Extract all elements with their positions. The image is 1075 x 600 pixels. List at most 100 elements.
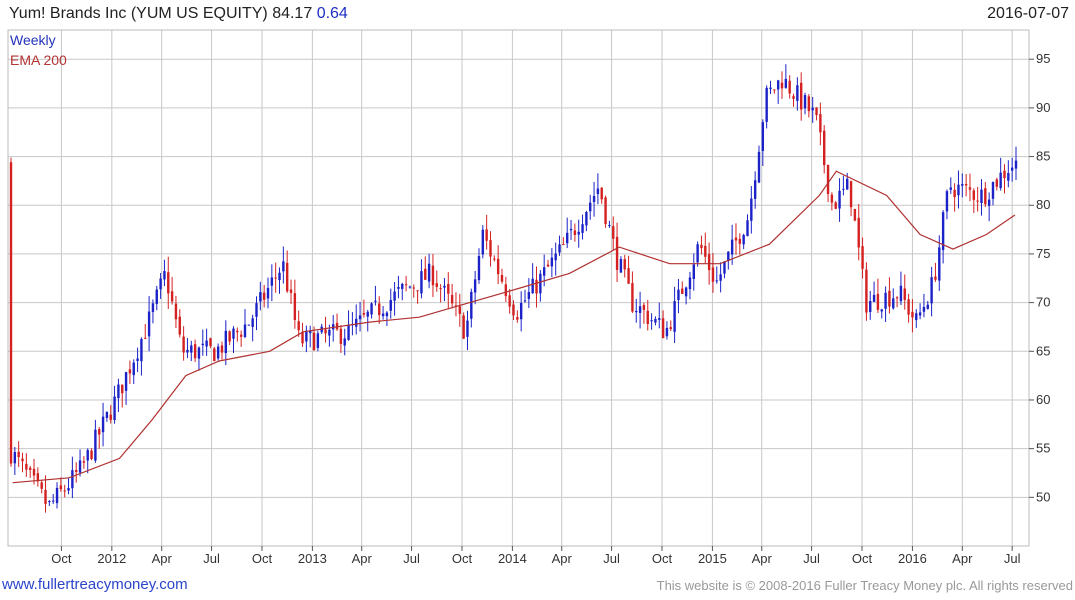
candle-body-up — [999, 172, 1002, 189]
candle-body-up — [589, 202, 592, 212]
candle-body-up — [316, 333, 320, 348]
candle-body-down — [861, 246, 864, 269]
candle-body-up — [420, 271, 423, 294]
candle-body-up — [957, 184, 960, 196]
candle-body-up — [961, 184, 964, 186]
candle-body-down — [1003, 170, 1006, 179]
candle-body-down — [28, 467, 32, 470]
candle-body-down — [485, 229, 488, 241]
candle-body-down — [339, 328, 343, 344]
candle-body-down — [75, 470, 78, 472]
candle-body-up — [915, 313, 918, 321]
x-tick-label: Jul — [603, 551, 620, 566]
candle-body-down — [976, 200, 979, 202]
copyright-notice: This website is © 2008-2016 Fuller Treac… — [656, 578, 1073, 593]
candle-body-up — [696, 244, 699, 263]
candle-body-down — [335, 322, 339, 330]
candle-body-up — [592, 195, 596, 202]
candle-body-down — [642, 304, 646, 310]
candle-body-down — [826, 164, 830, 194]
candle-body-down — [968, 187, 972, 190]
candle-body-down — [734, 237, 738, 241]
candle-body-down — [681, 288, 684, 294]
candle-body-up — [151, 303, 155, 313]
candle-body-down — [435, 283, 438, 287]
candle-body-up — [355, 318, 358, 327]
candle-body-down — [911, 311, 914, 318]
candle-body-up — [477, 256, 481, 281]
candle-body-up — [542, 267, 546, 276]
candle-body-down — [984, 188, 987, 205]
candle-body-up — [980, 189, 983, 204]
candle-body-up — [232, 328, 235, 339]
candle-body-up — [566, 232, 569, 244]
candle-body-up — [147, 311, 151, 337]
candle-body-down — [964, 183, 968, 186]
candle-body-up — [742, 234, 745, 245]
candle-body-up — [347, 324, 350, 340]
candle-body-up — [243, 324, 247, 337]
candle-body-up — [527, 292, 531, 300]
y-tick-label: 50 — [1036, 489, 1050, 504]
candle-body-up — [385, 312, 389, 317]
candle-body-down — [424, 268, 427, 280]
candle-body-up — [94, 429, 97, 461]
candle-body-up — [930, 277, 933, 304]
candle-body-down — [995, 179, 999, 187]
y-tick-label: 55 — [1036, 441, 1050, 456]
candle-body-up — [757, 151, 761, 183]
candle-body-up — [949, 187, 952, 190]
candle-body-up — [270, 277, 274, 286]
candle-body-down — [546, 264, 550, 267]
candle-body-up — [750, 198, 753, 221]
candle-body-down — [17, 451, 20, 458]
candle-body-up — [397, 286, 400, 289]
candle-body-up — [393, 291, 396, 301]
candle-body-down — [815, 107, 818, 116]
candle-body-up — [880, 309, 883, 312]
candle-body-up — [769, 87, 772, 90]
candle-body-up — [746, 220, 749, 237]
candle-body-up — [558, 244, 561, 253]
candle-body-down — [788, 80, 791, 94]
candle-body-down — [830, 194, 834, 203]
candle-body-down — [496, 258, 500, 275]
candle-body-up — [872, 294, 876, 302]
candle-body-up — [519, 303, 523, 320]
candle-body-down — [362, 312, 366, 315]
candle-body-up — [13, 452, 17, 464]
candle-body-down — [623, 259, 626, 270]
candle-body-down — [109, 414, 112, 420]
candle-body-down — [404, 284, 408, 286]
candle-body-up — [343, 338, 346, 346]
candle-body-down — [516, 317, 519, 320]
candle-body-down — [98, 429, 101, 435]
candle-body-down — [21, 458, 24, 462]
candle-body-up — [784, 78, 788, 88]
candle-body-down — [193, 344, 197, 359]
candle-body-up — [918, 312, 922, 316]
candle-body-down — [144, 337, 147, 339]
candle-body-down — [508, 295, 511, 307]
candle-body-down — [780, 82, 784, 89]
candle-body-down — [170, 291, 174, 302]
site-link[interactable]: www.fullertreacymoney.com — [2, 576, 188, 593]
candle-body-up — [105, 411, 109, 418]
candle-body-down — [40, 482, 43, 489]
candle-body-down — [25, 463, 28, 470]
candle-body-down — [220, 345, 224, 353]
candle-body-up — [554, 253, 557, 261]
x-tick-label: Apr — [752, 551, 773, 566]
candle-body-up — [635, 310, 638, 313]
candle-body-up — [730, 239, 734, 255]
candle-body-up — [892, 298, 895, 309]
candle-body-up — [715, 280, 719, 282]
candle-body-down — [773, 89, 776, 91]
candle-body-up — [846, 178, 849, 190]
candle-body-down — [301, 332, 304, 344]
candle-body-down — [849, 181, 853, 208]
candle-body-up — [684, 287, 688, 297]
candle-body-up — [247, 324, 251, 326]
candle-body-up — [370, 303, 373, 315]
candle-body-down — [627, 268, 630, 284]
